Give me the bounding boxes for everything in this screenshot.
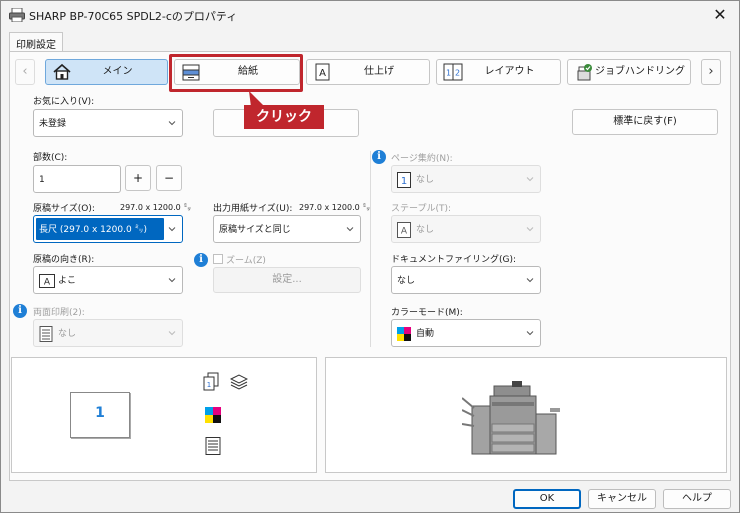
nav-item-layout[interactable]: 1 2 レイアウト: [436, 59, 561, 85]
favorites-value: 未登録: [39, 119, 67, 129]
cancel-button[interactable]: キャンセル: [588, 489, 656, 509]
nav-item-main-label: メイン: [102, 66, 133, 77]
help-button[interactable]: ヘルプ: [663, 489, 731, 509]
close-icon[interactable]: ✕: [709, 4, 731, 26]
info-icon[interactable]: i: [194, 253, 208, 267]
one-up-icon: 1: [397, 172, 411, 188]
nup-select[interactable]: 1 なし: [391, 165, 541, 193]
original-size-label: 原稿サイズ(O):: [33, 204, 95, 214]
staple-value: なし: [416, 225, 435, 235]
job-handling-icon: [577, 64, 592, 81]
document-filing-label: ドキュメントファイリング(G):: [391, 255, 517, 265]
home-icon: [53, 63, 71, 80]
output-size-dims: 297.0 x 1200.0 ㍉: [299, 203, 371, 212]
chevron-down-icon: [526, 331, 534, 336]
svg-text:A: A: [319, 68, 326, 79]
svg-text:1: 1: [401, 176, 407, 187]
color-mode-label: カラーモード(M):: [391, 308, 463, 318]
nav-item-job-handling[interactable]: ジョブハンドリング: [567, 59, 691, 85]
paper-stack-icon: [230, 374, 248, 390]
duplex-label: 両面印刷(2):: [33, 308, 85, 318]
favorites-select[interactable]: 未登録: [33, 109, 183, 137]
nav-item-finishing-label: 仕上げ: [364, 66, 394, 77]
annotation-highlight: [169, 54, 303, 92]
chevron-down-icon: [526, 278, 534, 283]
cmyk-icon: [397, 327, 411, 341]
nav-next-button[interactable]: ›: [701, 59, 721, 85]
orientation-value: よこ: [58, 276, 77, 286]
nav-item-main[interactable]: メイン: [45, 59, 168, 85]
svg-text:2: 2: [455, 69, 460, 78]
color-mode-preview-icon: [205, 407, 221, 423]
orientation-landscape-icon: A: [39, 274, 55, 288]
properties-dialog: SHARP BP-70C65 SPDL2-cのプロパティ ✕ 印刷設定 ‹ メイ…: [0, 0, 740, 513]
svg-text:A: A: [401, 227, 408, 237]
preview-pane: 1 1: [11, 357, 317, 473]
chevron-down-icon: [526, 177, 534, 182]
printer-preview-pane: [325, 357, 727, 473]
layout-icon: 1 2: [443, 63, 463, 81]
svg-text:1: 1: [446, 69, 451, 78]
original-size-select[interactable]: 長尺 (297.0 x 1200.0 ㍉): [33, 215, 183, 243]
output-size-value: 原稿サイズと同じ: [219, 225, 291, 235]
nav-item-layout-label: レイアウト: [484, 66, 535, 77]
page-number: 1: [95, 405, 105, 421]
nav-item-finishing[interactable]: A 仕上げ: [306, 59, 430, 85]
duplex-value: なし: [58, 329, 77, 339]
copies-decrement-button[interactable]: −: [156, 165, 182, 191]
page-preview: 1: [70, 392, 130, 438]
reset-defaults-button[interactable]: 標準に戻す(F): [572, 109, 718, 135]
copy-stack-icon: 1: [203, 372, 219, 391]
nav-prev-button[interactable]: ‹: [15, 59, 35, 85]
output-size-select[interactable]: 原稿サイズと同じ: [213, 215, 361, 243]
document-filing-value: なし: [397, 276, 416, 286]
printer-icon: [9, 8, 25, 22]
zoom-label: ズーム(Z): [226, 256, 266, 266]
title-bar: SHARP BP-70C65 SPDL2-cのプロパティ ✕: [1, 1, 739, 29]
column-divider: [370, 151, 371, 347]
zoom-settings-button[interactable]: 設定...: [213, 267, 361, 293]
single-page-icon: [39, 326, 53, 342]
color-mode-select[interactable]: 自動: [391, 319, 541, 347]
nup-value: なし: [416, 175, 435, 185]
zoom-checkbox[interactable]: [213, 254, 223, 264]
copies-label: 部数(C):: [33, 153, 68, 163]
staple-label: ステープル(T):: [391, 204, 452, 214]
svg-text:1: 1: [207, 381, 211, 389]
favorites-label: お気に入り(V):: [33, 97, 95, 107]
original-size-dims: 297.0 x 1200.0 ㍉: [120, 203, 192, 212]
duplex-preview-icon: [205, 437, 221, 455]
chevron-down-icon: [168, 227, 176, 232]
printer-illustration: [462, 381, 560, 455]
nup-label: ページ集約(N):: [391, 154, 453, 164]
color-mode-value: 自動: [416, 329, 435, 339]
svg-text:A: A: [44, 278, 51, 288]
original-size-value: 長尺 (297.0 x 1200.0 ㍉): [39, 225, 148, 235]
info-icon[interactable]: i: [13, 304, 27, 318]
document-filing-select[interactable]: なし: [391, 266, 541, 294]
window-title: SHARP BP-70C65 SPDL2-cのプロパティ: [29, 10, 238, 23]
annotation-click-label: クリック: [244, 105, 324, 129]
orientation-label: 原稿の向き(R):: [33, 255, 95, 265]
info-icon[interactable]: i: [372, 150, 386, 164]
staple-select[interactable]: A なし: [391, 215, 541, 243]
output-size-label: 出力用紙サイズ(U):: [213, 204, 293, 214]
chevron-down-icon: [168, 121, 176, 126]
duplex-select[interactable]: なし: [33, 319, 183, 347]
chevron-down-icon: [168, 278, 176, 283]
chevron-down-icon: [168, 331, 176, 336]
nav-item-job-handling-label: ジョブハンドリング: [595, 66, 685, 77]
finishing-icon: A: [315, 63, 330, 81]
copies-increment-button[interactable]: +: [125, 165, 151, 191]
copies-input[interactable]: 1: [33, 165, 121, 193]
staple-none-icon: A: [397, 222, 411, 238]
chevron-down-icon: [526, 227, 534, 232]
ok-button[interactable]: OK: [513, 489, 581, 509]
orientation-select[interactable]: A よこ: [33, 266, 183, 294]
copies-value: 1: [39, 175, 45, 185]
chevron-down-icon: [346, 227, 354, 232]
